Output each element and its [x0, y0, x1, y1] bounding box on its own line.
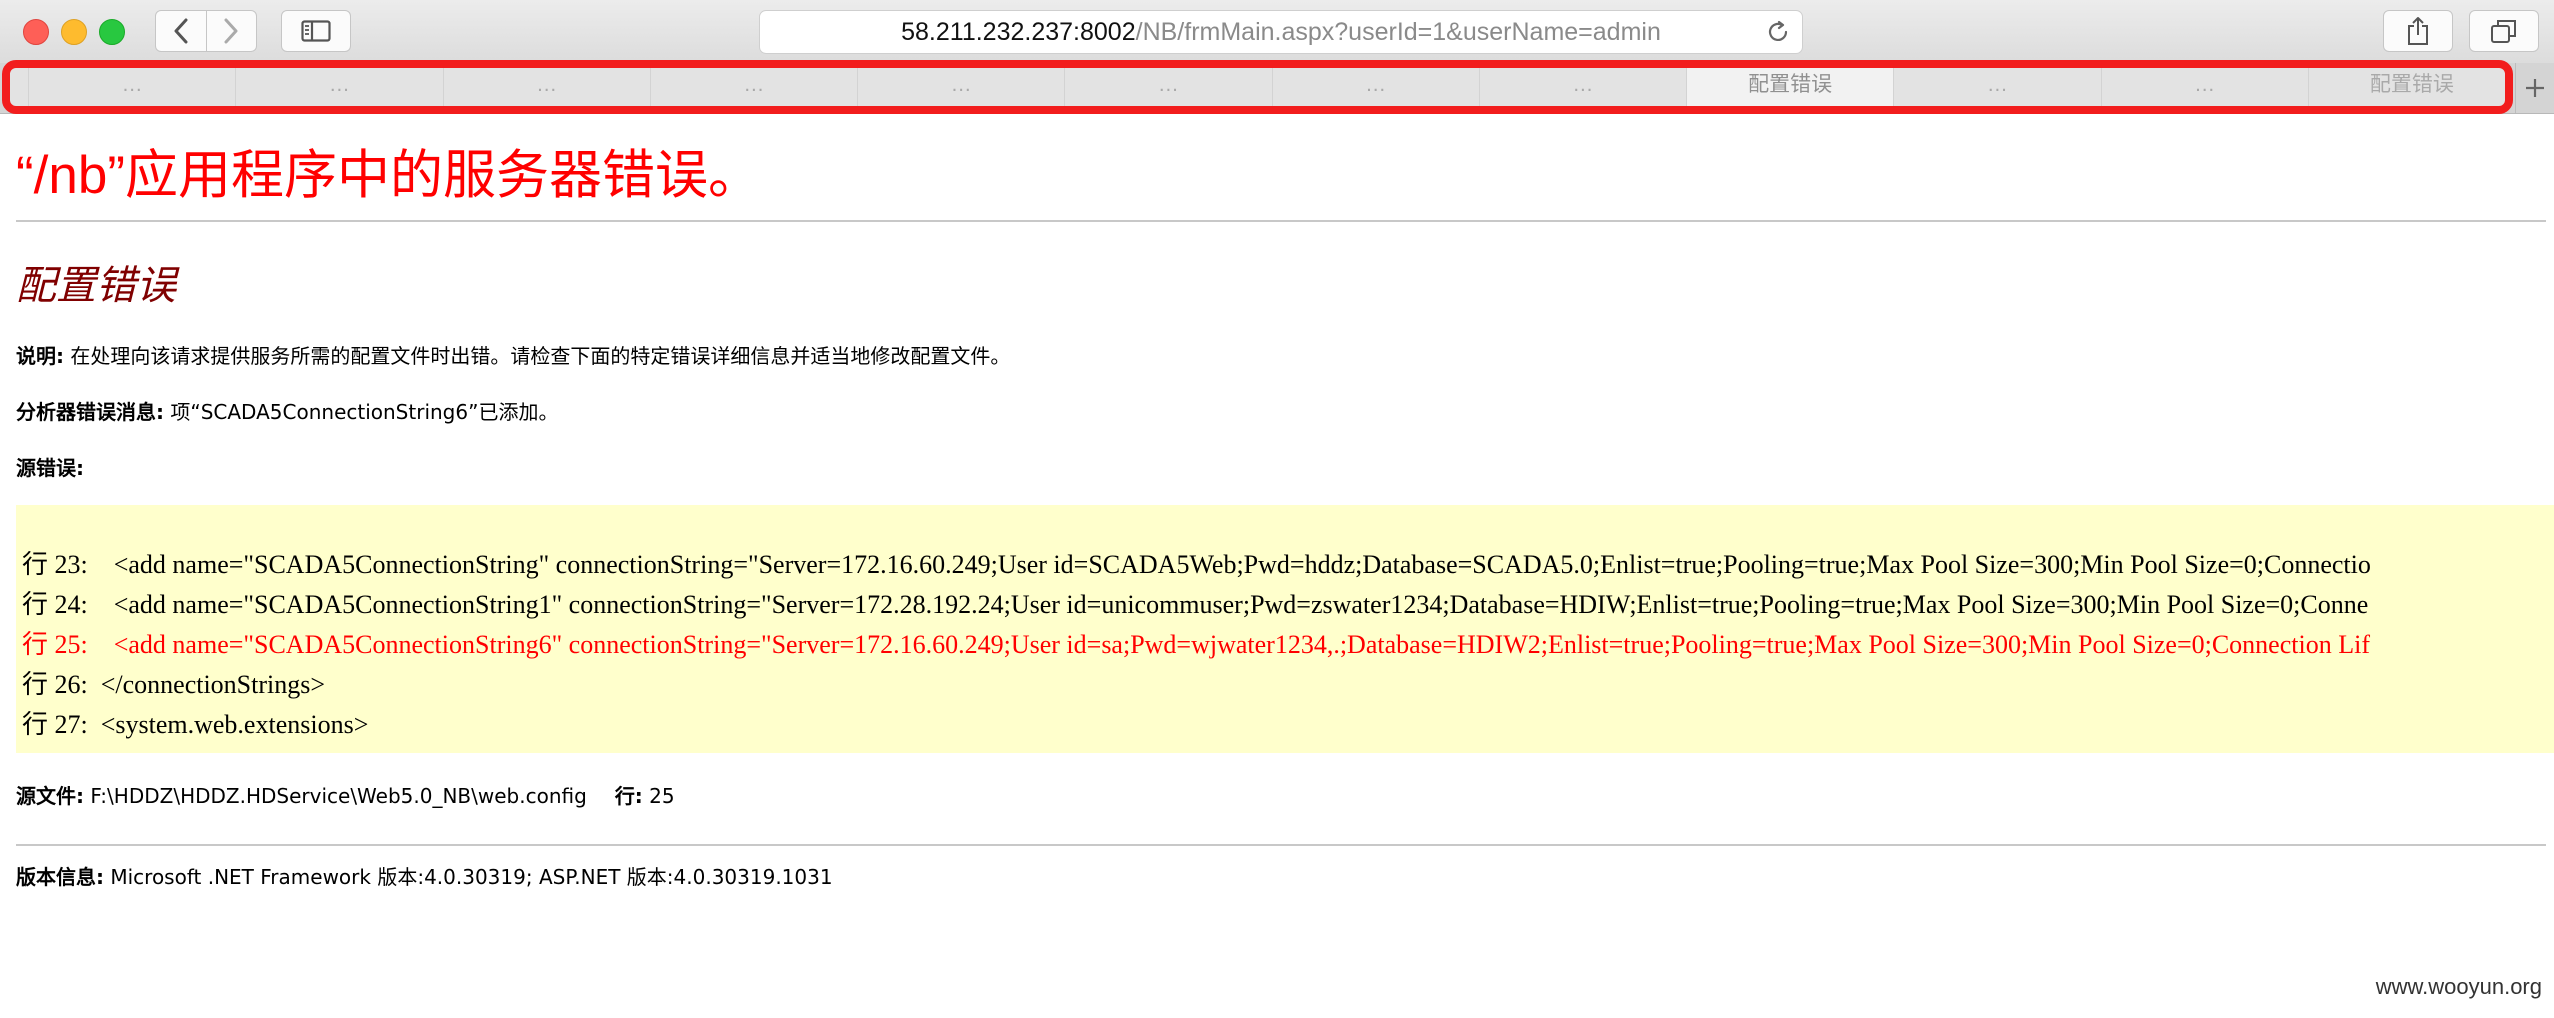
watermark: www.wooyun.org	[2375, 974, 2542, 999]
annotation-highlight-box	[2, 60, 2513, 114]
source-file-label: 源文件:	[16, 784, 84, 808]
close-window-button[interactable]	[23, 19, 49, 45]
parser-error-line: 分析器错误消息: 项“SCADA5ConnectionString6”已添加。	[16, 396, 558, 425]
url-text[interactable]: 58.211.232.237:8002/NB/frmMain.aspx?user…	[760, 11, 1802, 53]
new-tab-button[interactable]	[2515, 63, 2554, 113]
version-text: Microsoft .NET Framework 版本:4.0.30319; A…	[104, 865, 833, 889]
version-label: 版本信息:	[16, 865, 104, 889]
source-code-block: 行 23: <add name="SCADA5ConnectionString"…	[16, 505, 2554, 753]
code-line-24: 行 24: <add name="SCADA5ConnectionString1…	[22, 590, 2369, 619]
sidebar-icon	[301, 20, 331, 42]
parser-error-text: 项“SCADA5ConnectionString6”已添加。	[164, 400, 559, 424]
reload-icon	[1768, 20, 1788, 41]
error-heading: 配置错误	[16, 264, 176, 308]
code-line-23: 行 23: <add name="SCADA5ConnectionString"…	[22, 550, 2371, 579]
line-label: 行:	[614, 784, 643, 808]
share-icon	[2408, 17, 2428, 45]
source-error-label: 源错误:	[16, 456, 84, 480]
reload-button[interactable]	[1766, 20, 1790, 48]
share-button[interactable]	[2383, 10, 2453, 52]
description-label: 说明:	[16, 344, 64, 368]
forward-button[interactable]	[205, 11, 257, 51]
line-number: 25	[642, 784, 675, 808]
divider	[16, 220, 2546, 222]
browser-toolbar: 58.211.232.237:8002/NB/frmMain.aspx?user…	[0, 0, 2554, 63]
source-file-line: 源文件: F:\HDDZ\HDDZ.HDService\Web5.0_NB\we…	[16, 780, 675, 809]
maximize-window-button[interactable]	[99, 19, 125, 45]
url-host: 58.211.232.237:8002	[901, 18, 1136, 46]
parser-error-label: 分析器错误消息:	[16, 400, 164, 424]
description-text: 在处理向该请求提供服务所需的配置文件时出错。请检查下面的特定错误详细信息并适当地…	[64, 344, 1011, 368]
tabs-overview-icon	[2491, 20, 2516, 43]
address-bar[interactable]: 58.211.232.237:8002/NB/frmMain.aspx?user…	[759, 10, 1803, 54]
divider	[16, 844, 2546, 846]
chevron-left-icon	[174, 18, 188, 44]
code-line-27: 行 27: <system.web.extensions>	[22, 710, 369, 739]
history-nav	[155, 10, 257, 52]
url-path: /NB/frmMain.aspx?userId=1&userName=admin	[1135, 18, 1661, 46]
code-line-26: 行 26: </connectionStrings>	[22, 670, 326, 699]
description-line: 说明: 在处理向该请求提供服务所需的配置文件时出错。请检查下面的特定错误详细信息…	[16, 340, 1010, 369]
page-title: “/nb”应用程序中的服务器错误。	[16, 146, 761, 205]
source-file-path: F:\HDDZ\HDDZ.HDService\Web5.0_NB\web.con…	[84, 784, 587, 808]
sidebar-toggle-button[interactable]	[281, 10, 351, 52]
plus-icon	[2526, 79, 2544, 97]
version-info-line: 版本信息: Microsoft .NET Framework 版本:4.0.30…	[16, 861, 833, 890]
source-error-line: 源错误:	[16, 452, 84, 481]
chevron-right-icon	[224, 18, 238, 44]
minimize-window-button[interactable]	[61, 19, 87, 45]
code-line-25-error: 行 25: <add name="SCADA5ConnectionString6…	[22, 630, 2370, 659]
back-button[interactable]	[156, 11, 206, 51]
show-all-tabs-button[interactable]	[2469, 10, 2539, 52]
